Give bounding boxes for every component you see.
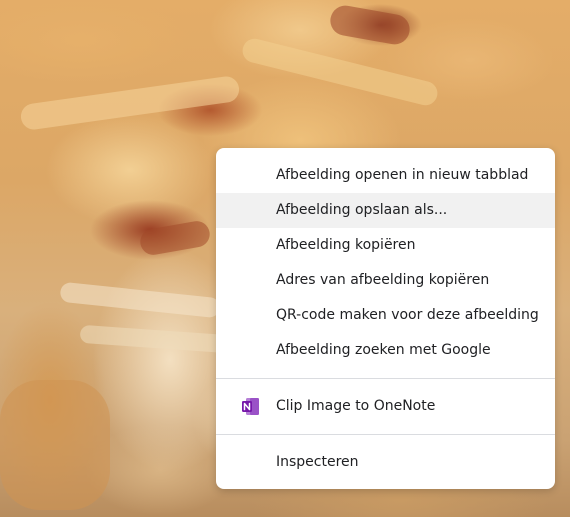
caramel-filling <box>328 3 412 47</box>
menu-item-copy-image[interactable]: Afbeelding kopiëren <box>216 228 555 263</box>
menu-item-label: Clip Image to OneNote <box>276 398 436 414</box>
onenote-icon <box>242 398 259 415</box>
menu-item-search-image-google[interactable]: Afbeelding zoeken met Google <box>216 333 555 368</box>
menu-item-inspect[interactable]: Inspecteren <box>216 445 555 480</box>
caramel-filling <box>138 219 212 257</box>
menu-item-create-qr-code[interactable]: QR-code maken voor deze afbeelding <box>216 298 555 333</box>
menu-item-clip-to-onenote[interactable]: Clip Image to OneNote <box>216 389 555 424</box>
menu-separator <box>216 434 555 435</box>
menu-item-copy-image-address[interactable]: Adres van afbeelding kopiëren <box>216 263 555 298</box>
menu-item-open-image-new-tab[interactable]: Afbeelding openen in nieuw tabblad <box>216 158 555 193</box>
apple-slice-layer <box>59 281 221 319</box>
menu-separator <box>216 378 555 379</box>
pie-crust-strip <box>19 74 241 132</box>
pie-crust-edge <box>0 380 110 510</box>
pie-crust-strip <box>240 36 440 108</box>
menu-item-save-image-as[interactable]: Afbeelding opslaan als... <box>216 193 555 228</box>
context-menu: Afbeelding openen in nieuw tabblad Afbee… <box>216 148 555 489</box>
apple-slice-layer <box>79 324 231 354</box>
